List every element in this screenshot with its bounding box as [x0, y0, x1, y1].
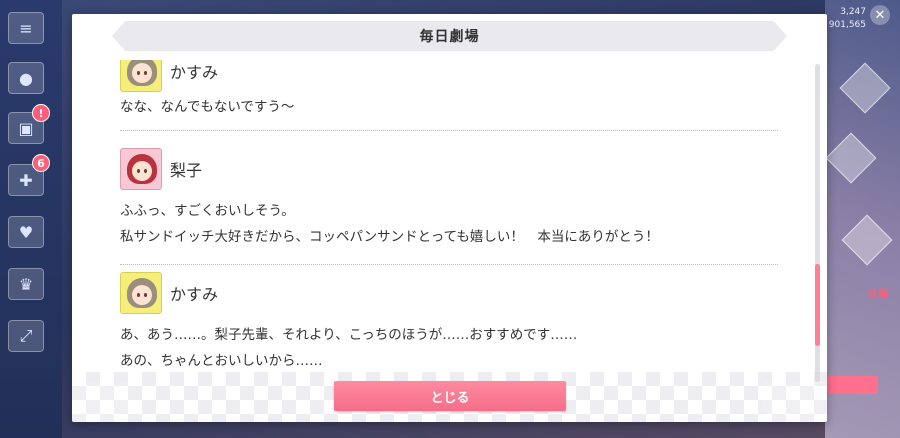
modal-header: 毎日劇場	[112, 21, 787, 51]
trophy-icon[interactable]: ♛	[8, 268, 44, 300]
expand-icon[interactable]: ⤢	[8, 320, 44, 352]
modal-title: 毎日劇場	[419, 29, 480, 45]
notice-badge: !	[32, 104, 50, 122]
dialogue-entry: かすみ あ、あう……。梨子先輩、それより、こっちのほうが……おすすめです…… あ…	[120, 270, 778, 374]
speaker-row: かすみ	[120, 60, 778, 94]
close-button[interactable]: とじる	[334, 381, 566, 411]
riko-avatar-icon	[120, 148, 162, 190]
menu-icon[interactable]: ≡	[8, 12, 44, 44]
heart-icon[interactable]: ♥	[8, 216, 44, 248]
divider	[120, 130, 778, 131]
dialogue-line: あの、ちゃんとおいしいから……	[120, 353, 323, 369]
speaker-name: かすみ	[170, 63, 219, 82]
diamond-decoration-icon	[841, 214, 893, 266]
dialogue-log[interactable]: かすみ なな、なんでもないですう〜 梨子 ふふっ、すごくおいしそう。 私サンドイ…	[72, 60, 802, 386]
stat-value: 901,565	[828, 20, 866, 30]
left-menu-bar: ≡ ● ▣ ! ✚ 6 ♥ ♛ ⤢	[0, 0, 62, 438]
kasumi-avatar-icon	[120, 60, 162, 92]
diamond-decoration-icon	[825, 132, 877, 184]
dialogue-line: なな、なんでもないですう〜	[120, 99, 295, 115]
dialogue-line: あ、あう……。梨子先輩、それより、こっちのほうが……おすすめです……	[120, 327, 578, 343]
dialogue-line: ふふっ、すごくおいしそう。	[120, 203, 295, 219]
speaker-row: 梨子	[120, 146, 778, 192]
stat-value: 3,247	[840, 7, 866, 17]
divider	[120, 264, 778, 265]
speaker-name: 梨子	[170, 161, 203, 180]
event-tag[interactable]	[824, 376, 878, 394]
dialogue-entry: かすみ なな、なんでもないですう〜	[120, 60, 778, 131]
gift-count-badge: 6	[32, 154, 50, 172]
scroll-thumb[interactable]	[815, 264, 820, 346]
scrollbar[interactable]	[815, 64, 820, 382]
speaker-row: かすみ	[120, 270, 778, 316]
dialogue-entry: 梨子 ふふっ、すごくおいしそう。 私サンドイッチ大好きだから、コッペパンサンドと…	[120, 146, 778, 265]
dialogue-line: 私サンドイッチ大好きだから、コッペパンサンドとっても嬉しい！ 本当にありがとう！	[120, 229, 659, 245]
diamond-decoration-icon	[839, 62, 891, 114]
right-background	[825, 0, 900, 438]
goukaku-label: 合宿	[868, 289, 888, 300]
speaker-name: かすみ	[170, 285, 219, 304]
chat-icon[interactable]: ●	[8, 62, 44, 94]
kasumi-avatar-icon	[120, 272, 162, 314]
close-icon[interactable]: ✕	[870, 5, 890, 25]
top-stats: 3,247 901,565	[829, 6, 866, 32]
daily-theater-modal: 毎日劇場 かすみ なな、なんでもないですう〜 梨子 ふふっ、すごくおいしそう。 …	[72, 14, 827, 422]
